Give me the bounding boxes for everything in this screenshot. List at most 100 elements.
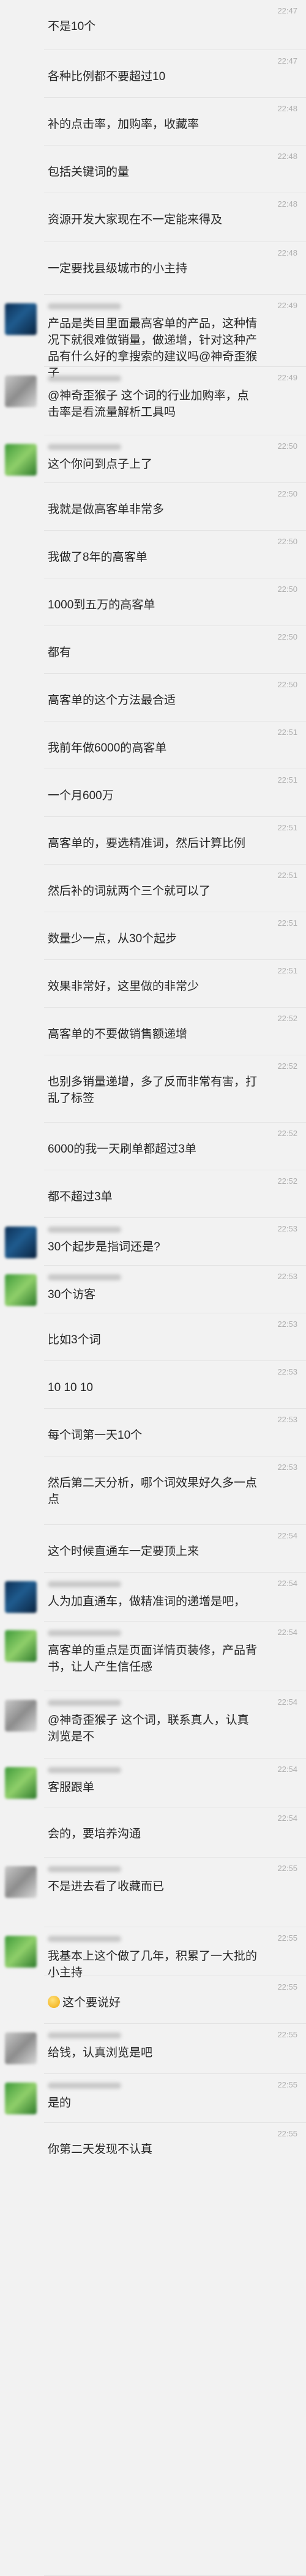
sender-name-blurred (48, 1227, 121, 1233)
chat-message: 22:53 30个访客 (0, 1266, 306, 1313)
message-text: 不是进去看了收藏而已 (48, 1878, 259, 1895)
chat-message: 22:49 产品是类目里面最高客单的产品，这种情况下就很难做销量，做递增，针对这种… (0, 295, 306, 380)
avatar[interactable] (5, 1274, 37, 1306)
message-body: 一定要找县级城市的小主持 (48, 262, 188, 275)
message-text: 一定要找县级城市的小主持 (48, 260, 259, 277)
message-body: 比如3个词 (48, 1334, 101, 1346)
message-body: 10 10 10 (48, 1381, 93, 1394)
message-text: 客服跟单 (48, 1779, 259, 1796)
chat-message: 22:50 这个你问到点子上了 (0, 435, 306, 483)
message-body: 会的，要培养沟通 (48, 1828, 141, 1840)
chat-message: 22:47 不是10个 (0, 0, 306, 50)
sender-name-blurred (48, 2032, 121, 2039)
avatar[interactable] (5, 1700, 37, 1732)
message-time: 22:51 (277, 823, 297, 832)
chat-message: 22:51 数量少一点，从30个起步 (0, 912, 306, 960)
avatar[interactable] (5, 1936, 37, 1968)
avatar[interactable] (5, 1866, 37, 1898)
chat-message: 22:55 你第二天发现不认真 (0, 2123, 306, 2576)
message-time: 22:53 (277, 1463, 297, 1472)
avatar[interactable] (5, 375, 37, 407)
message-text: 是的 (48, 2095, 259, 2111)
chat-message: 22:50 我做了8年的高客单 (0, 531, 306, 578)
message-time: 22:54 (277, 1628, 297, 1637)
message-text: 给钱，认真浏览是吧 (48, 2045, 259, 2061)
message-body: 一个月600万 (48, 789, 114, 802)
avatar[interactable] (5, 2083, 37, 2114)
message-text: 高客单的不要做销售额递增 (48, 1026, 259, 1043)
message-body: 然后第二天分析，哪个词效果好久多一点点 (48, 1477, 258, 1506)
message-body: 1000到五万的高客单 (48, 599, 155, 611)
message-text: 效果非常好，这里做的非常少 (48, 978, 259, 995)
message-time: 22:47 (277, 56, 297, 65)
chat-message: 22:53 比如3个词 (0, 1313, 306, 1361)
sender-name-blurred (48, 303, 121, 309)
message-time: 22:51 (277, 775, 297, 784)
chat-message: 22:47 各种比例都不要超过10 (0, 50, 306, 98)
message-time: 22:54 (277, 1814, 297, 1823)
avatar[interactable] (5, 1630, 37, 1662)
message-time: 22:53 (277, 1224, 297, 1233)
message-text: 我做了8年的高客单 (48, 549, 259, 566)
sender-name-blurred (48, 1936, 121, 1942)
chat-message: 22:48 一定要找县级城市的小主持 (0, 242, 306, 295)
message-body: 这个要说好 (62, 1996, 121, 2009)
message-body: 资源开发大家现在不一定能来得及 (48, 213, 223, 226)
message-time: 22:50 (277, 632, 297, 641)
message-text: 你第二天发现不认真 (48, 2141, 259, 2158)
message-time: 22:49 (277, 301, 297, 310)
message-body: 6000的我一天刷单都超过3单 (48, 1143, 196, 1156)
message-text: 人为加直通车，做精准词的递增是吧， (48, 1593, 259, 1610)
message-text: 这个时候直通车一定要顶上来 (48, 1543, 259, 1560)
avatar[interactable] (5, 1581, 37, 1613)
message-text: 资源开发大家现在不一定能来得及 (48, 212, 259, 228)
message-time: 22:53 (277, 1319, 297, 1329)
chat-message: 22:53 30个起步是指词还是? (0, 1218, 306, 1266)
chat-message: 22:55 我基本上这个做了几年，积累了一大批的小主持 (0, 1927, 306, 1979)
message-text: 然后第二天分析，哪个词效果好久多一点点 (48, 1475, 259, 1508)
chat-message: 22:48 补的点击率，加购率，收藏率 (0, 98, 306, 146)
message-time: 22:48 (277, 248, 297, 257)
avatar[interactable] (5, 444, 37, 476)
message-body: 30个访客 (48, 1288, 96, 1301)
message-text: 比如3个词 (48, 1332, 259, 1348)
chat-message: 22:51 高客单的，要选精准词，然后计算比例 (0, 817, 306, 865)
message-time: 22:53 (277, 1272, 297, 1281)
message-body: 30个起步是指词还是? (48, 1241, 160, 1253)
message-time: 22:48 (277, 104, 297, 113)
message-body: 高客单的，要选精准词，然后计算比例 (48, 837, 246, 850)
message-body: 数量少一点，从30个起步 (48, 932, 177, 945)
message-text: 这个要说好 (48, 1995, 259, 2011)
message-text: 都不超过3单 (48, 1189, 259, 1205)
message-time: 22:55 (277, 2030, 297, 2039)
message-time: 22:54 (277, 1697, 297, 1707)
avatar[interactable] (5, 1767, 37, 1799)
sender-name-blurred (48, 1767, 121, 1773)
sender-name-blurred (48, 444, 121, 450)
message-body: 我基本上这个做了几年，积累了一大批的小主持 (48, 1950, 258, 1979)
chat-message: 22:52 6000的我一天刷单都超过3单 (0, 1123, 306, 1170)
message-time: 22:49 (277, 373, 297, 382)
smile-emoji-icon (48, 1996, 60, 2008)
avatar[interactable] (5, 1227, 37, 1258)
message-body: 每个词第一天10个 (48, 1429, 143, 1442)
message-text: 6000的我一天刷单都超过3单 (48, 1141, 259, 1157)
message-time: 22:55 (277, 1933, 297, 1943)
chat-message: 22:54 会的，要培养沟通 (0, 1807, 306, 1858)
avatar[interactable] (5, 2032, 37, 2064)
message-text: 都有 (48, 644, 259, 661)
message-time: 22:50 (277, 489, 297, 498)
chat-message: 22:53 然后第二天分析，哪个词效果好久多一点点 (0, 1456, 306, 1525)
sender-name-blurred (48, 1700, 121, 1706)
message-text: @神奇歪猴子 这个词，联系真人，认真浏览是不 (48, 1712, 259, 1745)
message-text: 不是10个 (48, 18, 259, 35)
message-time: 22:50 (277, 585, 297, 594)
message-time: 22:52 (277, 1061, 297, 1071)
message-body: 高客单的重点是页面详情页装修，产品背书，让人产生信任感 (48, 1644, 258, 1674)
message-body: 效果非常好，这里做的非常少 (48, 980, 200, 993)
avatar[interactable] (5, 303, 37, 335)
chat-message: 22:54 @神奇歪猴子 这个词，联系真人，认真浏览是不 (0, 1691, 306, 1759)
chat-message: 22:53 10 10 10 (0, 1361, 306, 1409)
chat-message: 22:51 效果非常好，这里做的非常少 (0, 960, 306, 1008)
chat-message: 22:51 我前年做6000的高客单 (0, 722, 306, 769)
